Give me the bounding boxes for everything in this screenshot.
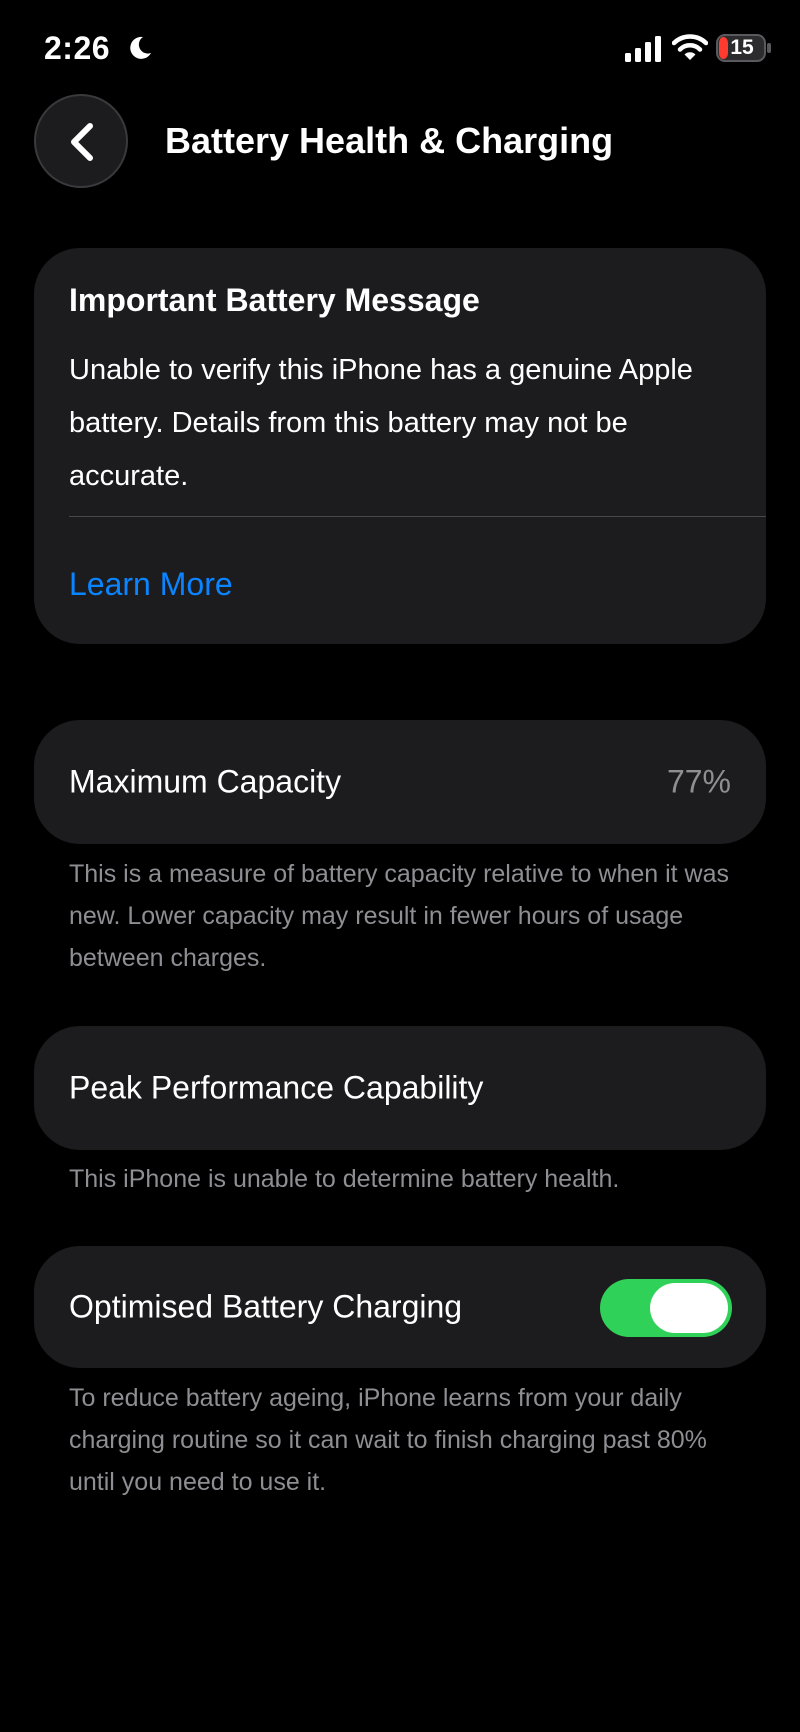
wifi-icon [672,34,708,60]
battery-level: 15 [730,36,754,59]
optimised-charging-toggle[interactable] [600,1279,732,1337]
moon-icon [130,36,151,59]
peak-performance-note: This iPhone is unable to determine batte… [69,1165,620,1193]
signal-icon [625,36,661,62]
peak-performance-row: Peak Performance Capability [34,1026,766,1150]
optimised-charging-note: To reduce battery ageing, iPhone learns … [69,1384,707,1496]
status-time: 2:26 [44,30,111,66]
maximum-capacity-value: 77% [666,763,731,800]
message-body: Unable to verify this iPhone has a genui… [69,354,693,492]
divider [69,516,766,517]
maximum-capacity-note: This is a measure of battery capacity re… [69,860,730,972]
maximum-capacity-row: Maximum Capacity 77% [34,720,766,844]
message-title: Important Battery Message [69,282,480,318]
page-title: Battery Health & Charging [165,120,614,161]
status-bar: 2:26 15 [0,0,800,100]
back-button[interactable] [34,94,128,188]
maximum-capacity-label: Maximum Capacity [69,763,342,800]
optimised-charging-row: Optimised Battery Charging [34,1246,766,1368]
learn-more-link[interactable]: Learn More [69,566,233,603]
optimised-charging-label: Optimised Battery Charging [69,1288,463,1325]
chevron-left-icon [71,123,93,161]
toggle-knob [650,1283,728,1333]
peak-performance-label: Peak Performance Capability [69,1069,484,1106]
important-battery-message-card: Important Battery Message Unable to veri… [34,248,766,644]
